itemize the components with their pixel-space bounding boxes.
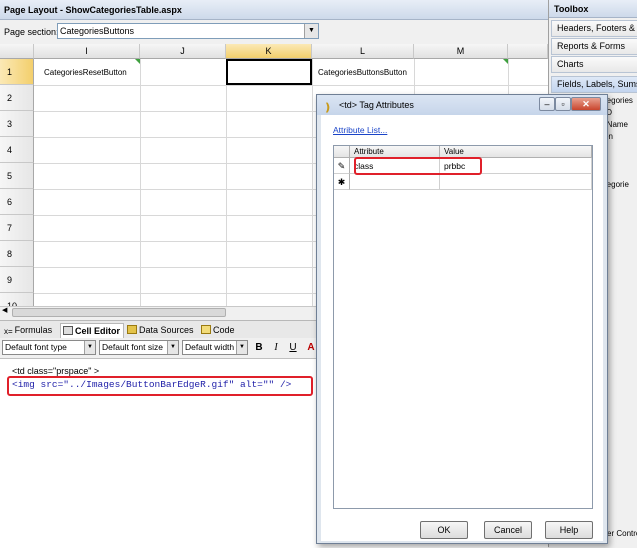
font-type-select[interactable]: Default font type ▼	[2, 340, 96, 355]
cell-editor-icon	[63, 326, 73, 335]
attribute-list-link[interactable]: Attribute List...	[333, 125, 387, 135]
highlight-box	[354, 157, 482, 175]
toolbox-bottom-fragment[interactable]: er Contro	[607, 529, 637, 539]
tab-formulas[interactable]: x= Formulas	[2, 323, 55, 337]
toolbox-item-fields-labels[interactable]: Fields, Labels, Sums &	[551, 76, 637, 93]
cell-marker-icon	[135, 59, 140, 64]
row-header[interactable]: 9	[0, 267, 34, 293]
page-section-label: Page section:	[4, 27, 59, 37]
grid-corner	[334, 146, 350, 158]
row-header[interactable]: 5	[0, 163, 34, 189]
toolbox-item-charts[interactable]: Charts	[551, 56, 637, 73]
attributes-grid[interactable]: Attribute Value ✎ class prbbc ✱	[333, 145, 593, 509]
row-header[interactable]: 3	[0, 111, 34, 137]
selected-cell-k1[interactable]	[226, 59, 312, 85]
chevron-down-icon[interactable]: ▼	[236, 341, 247, 354]
data-sources-icon	[127, 325, 137, 334]
grid-line	[34, 85, 548, 86]
page-section-value: CategoriesButtons	[60, 26, 135, 36]
tab-label: Cell Editor	[75, 326, 121, 336]
cell-l1[interactable]: CategoriesButtonsButton	[318, 67, 407, 79]
chevron-down-icon[interactable]: ▼	[304, 24, 318, 38]
row-header[interactable]: 1	[0, 59, 34, 85]
cell-i1[interactable]: CategoriesResetButton	[44, 67, 127, 79]
column-header-j[interactable]: J	[140, 44, 226, 59]
italic-button[interactable]: I	[269, 340, 283, 355]
cancel-button[interactable]: Cancel	[484, 521, 532, 539]
tab-data-sources[interactable]: Data Sources	[125, 323, 197, 337]
formula-icon: x=	[4, 327, 13, 336]
row-header[interactable]: 4	[0, 137, 34, 163]
grid-line	[226, 59, 227, 306]
maximize-button[interactable]: ▫	[555, 97, 571, 111]
row-header[interactable]: 8	[0, 241, 34, 267]
tab-label: Code	[213, 325, 235, 335]
column-header-l[interactable]: L	[312, 44, 414, 59]
tab-label: Data Sources	[139, 325, 194, 335]
edit-pencil-icon: ✎	[334, 158, 350, 174]
toolbox-title: Toolbox	[549, 0, 637, 18]
dialog-title: <td> Tag Attributes	[339, 100, 414, 110]
row-header[interactable]: 10	[0, 293, 34, 306]
tab-code[interactable]: Code	[199, 323, 238, 337]
grid-corner	[0, 44, 34, 59]
code-icon	[201, 325, 211, 334]
font-type-value: Default font type	[5, 342, 67, 352]
new-row-icon: ✱	[334, 174, 350, 190]
toolbox-item-reports-forms[interactable]: Reports & Forms	[551, 38, 637, 55]
highlight-box	[7, 376, 313, 396]
column-header-n[interactable]	[508, 44, 548, 59]
row-header[interactable]: 7	[0, 215, 34, 241]
column-header-k[interactable]: K	[226, 44, 312, 59]
column-header-m[interactable]: M	[414, 44, 508, 59]
grid-line	[140, 59, 141, 306]
tag-attributes-dialog: ❫ <td> Tag Attributes – ▫ ✕ Attribute Li…	[316, 94, 608, 544]
chevron-down-icon[interactable]: ▼	[84, 341, 95, 354]
chevron-down-icon[interactable]: ▼	[167, 341, 178, 354]
window-title: Page Layout - ShowCategoriesTable.aspx	[0, 0, 548, 20]
minimize-button[interactable]: –	[539, 97, 555, 111]
column-header-i[interactable]: I	[34, 44, 140, 59]
help-button[interactable]: Help	[545, 521, 593, 539]
ok-button[interactable]: OK	[420, 521, 468, 539]
scroll-left-icon[interactable]: ◀	[2, 306, 7, 314]
bold-button[interactable]: B	[252, 340, 266, 355]
width-value: Default width	[185, 342, 235, 352]
tab-label: Formulas	[14, 325, 53, 335]
toolbox-item-headers-footers[interactable]: Headers, Footers & N	[551, 20, 637, 37]
close-button[interactable]: ✕	[571, 97, 601, 111]
font-size-select[interactable]: Default font size ▼	[99, 340, 179, 355]
cell-marker-icon	[503, 59, 508, 64]
dialog-titlebar[interactable]: ❫ <td> Tag Attributes – ▫ ✕	[317, 95, 607, 115]
scrollbar-thumb[interactable]	[12, 308, 226, 317]
new-attribute-cell[interactable]	[350, 174, 440, 190]
page-section-select[interactable]: CategoriesButtons ▼	[57, 23, 319, 39]
width-select[interactable]: Default width ▼	[182, 340, 248, 355]
underline-button[interactable]: U	[286, 340, 300, 355]
row-header[interactable]: 2	[0, 85, 34, 111]
grid-line	[312, 59, 313, 306]
new-value-cell[interactable]	[440, 174, 592, 190]
dialog-body: Attribute List... Attribute Value ✎ clas…	[321, 115, 603, 541]
row-header[interactable]: 6	[0, 189, 34, 215]
font-size-value: Default font size	[102, 342, 163, 352]
tab-cell-editor[interactable]: Cell Editor	[60, 323, 125, 338]
